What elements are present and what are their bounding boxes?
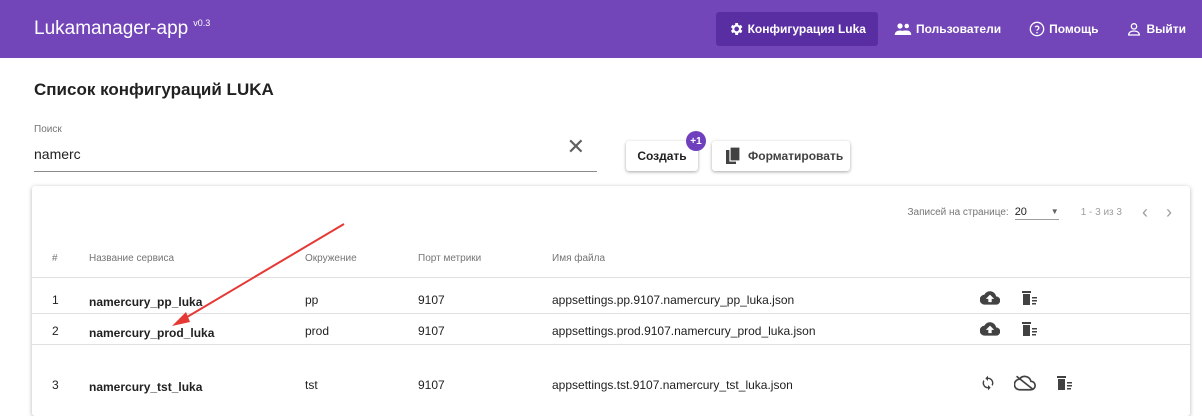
users-icon	[894, 23, 912, 35]
row-num: 2	[52, 324, 59, 338]
search-input[interactable]: namerc	[34, 146, 81, 162]
app-version: v0.3	[193, 18, 211, 28]
header-name[interactable]: Название сервиса	[89, 253, 174, 264]
delete-icon[interactable]	[1057, 375, 1073, 391]
nav-logout-label: Выйти	[1146, 22, 1186, 36]
row-port: 9107	[418, 378, 445, 392]
rows-per-page-select[interactable]: 20 ▼	[1014, 204, 1059, 220]
cloud-upload-icon[interactable]	[980, 290, 1000, 306]
table-row[interactable]: 3 namercury_tst_luka tst 9107 appsetting…	[32, 369, 1190, 399]
create-badge: +1	[686, 131, 706, 151]
delete-icon[interactable]	[1022, 290, 1038, 306]
row-service-name: namercury_pp_luka	[89, 295, 203, 309]
table-row[interactable]: 2 namercury_prod_luka prod 9107 appsetti…	[32, 315, 1190, 345]
format-button[interactable]: Форматировать	[712, 141, 850, 171]
top-nav: Конфигурация Luka Пользователи Помощь Вы…	[715, 0, 1202, 58]
gear-icon	[730, 23, 742, 35]
person-icon	[1128, 23, 1141, 36]
delete-icon[interactable]	[1022, 321, 1038, 337]
row-env: tst	[305, 378, 318, 392]
cloud-off-icon[interactable]	[1014, 375, 1036, 391]
row-port: 9107	[418, 293, 445, 307]
row-file: appsettings.prod.9107.namercury_prod_luk…	[552, 324, 816, 338]
nav-config-label: Конфигурация Luka	[747, 22, 866, 36]
chevron-right-icon[interactable]: ›	[1166, 202, 1172, 223]
row-env: pp	[305, 293, 319, 307]
format-label: Форматировать	[748, 149, 844, 163]
sync-icon[interactable]	[980, 375, 996, 391]
pagination: Записей на странице: 20 ▼ 1 - 3 из 3 ‹ ›	[908, 186, 1190, 238]
row-port: 9107	[418, 324, 445, 338]
page-title: Список конфигураций LUKA	[34, 80, 274, 99]
chevron-left-icon[interactable]: ‹	[1142, 202, 1148, 223]
rows-per-page-label: Записей на странице:	[907, 206, 1009, 218]
row-service-name: namercury_prod_luka	[89, 326, 215, 340]
header-port[interactable]: Порт метрики	[418, 253, 481, 264]
row-file: appsettings.tst.9107.namercury_tst_luka.…	[552, 378, 793, 392]
copy-icon	[726, 147, 741, 164]
row-env: prod	[305, 324, 330, 338]
search-field[interactable]: Поиск namerc ✕	[34, 124, 597, 172]
nav-config-button[interactable]: Конфигурация Luka	[715, 12, 878, 46]
nav-users-button[interactable]: Пользователи	[882, 12, 1013, 46]
clear-icon[interactable]: ✕	[567, 136, 585, 158]
cloud-upload-icon[interactable]	[980, 321, 1000, 337]
row-num: 1	[52, 293, 59, 307]
table-row[interactable]: 1 namercury_pp_luka pp 9107 appsettings.…	[32, 284, 1190, 314]
app-bar: Lukamanager-app v0.3 Конфигурация Luka П…	[0, 0, 1202, 58]
help-icon	[1029, 21, 1045, 37]
row-file: appsettings.pp.9107.namercury_pp_luka.js…	[552, 293, 795, 307]
header-env[interactable]: Окружение	[305, 253, 357, 264]
nav-help-button[interactable]: Помощь	[1017, 12, 1110, 46]
header-file[interactable]: Имя файла	[552, 253, 605, 264]
rows-per-page-value: 20	[1014, 205, 1027, 218]
dropdown-arrow-icon: ▼	[1050, 207, 1059, 216]
search-label: Поиск	[34, 124, 62, 135]
table-header: # Название сервиса Окружение Порт метрик…	[32, 238, 1190, 278]
nav-help-label: Помощь	[1049, 22, 1099, 36]
nav-logout-button[interactable]: Выйти	[1114, 12, 1198, 46]
row-num: 3	[52, 378, 59, 392]
nav-users-label: Пользователи	[915, 22, 1002, 36]
header-num: #	[52, 253, 58, 264]
app-title: Lukamanager-app	[34, 18, 189, 39]
config-table-card: Записей на странице: 20 ▼ 1 - 3 из 3 ‹ ›…	[32, 186, 1190, 416]
row-service-name: namercury_tst_luka	[89, 380, 203, 394]
pagination-range: 1 - 3 из 3	[1080, 206, 1122, 218]
